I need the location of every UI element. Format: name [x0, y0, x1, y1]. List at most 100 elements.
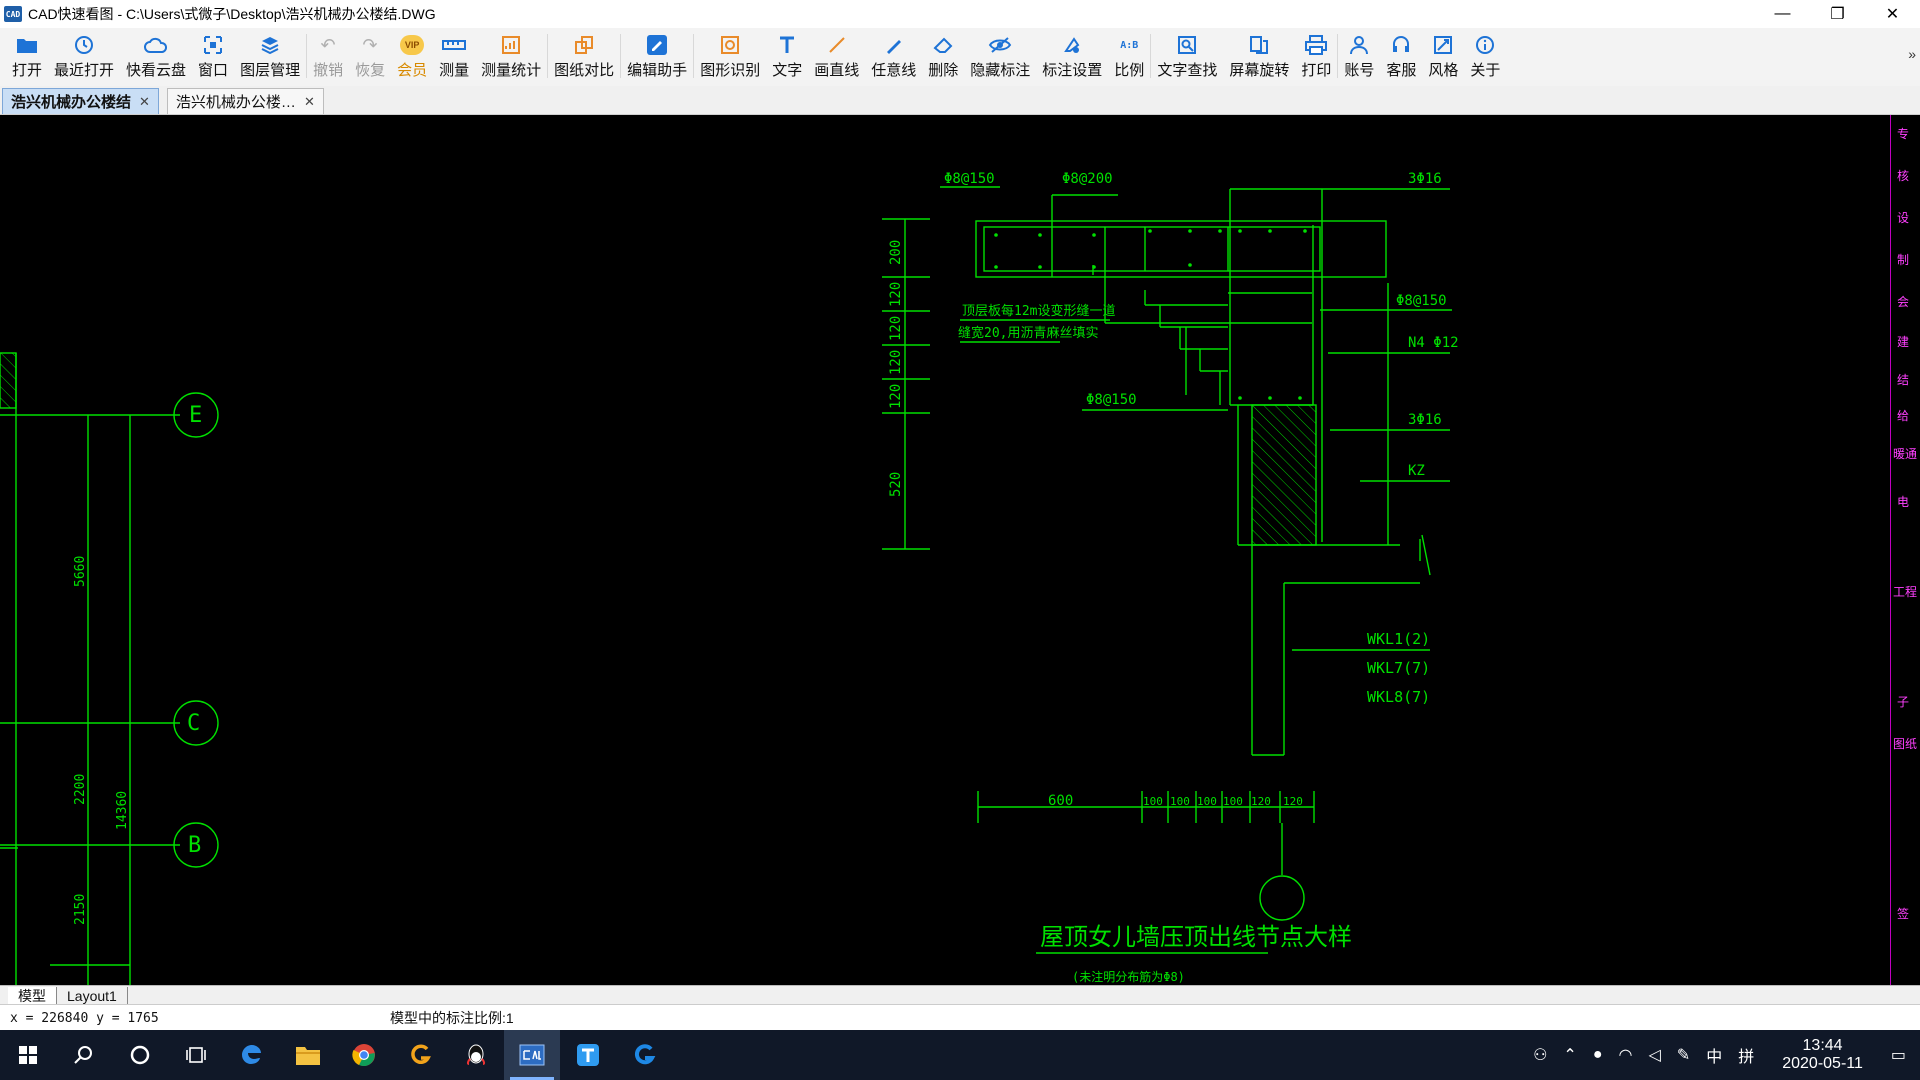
dim-bottom-5: 100 — [1223, 795, 1243, 808]
dim-vertical-2: 120 — [888, 282, 904, 307]
title-block-text: 给 — [1897, 409, 1910, 423]
window-titlebar: CAD CAD快速看图 - C:\Users\式微子\Desktop\浩兴机械办… — [0, 0, 1920, 28]
notification-icon[interactable]: ▭ — [1891, 1045, 1906, 1065]
beam-label-2: WKL7(7) — [1367, 659, 1430, 677]
folder-icon — [15, 34, 39, 56]
draw-line-button[interactable]: 画直线 — [808, 28, 865, 80]
delete-button[interactable]: 删除 — [922, 28, 964, 80]
system-tray: ⚇ ⌃ ● ◠ ◁ ✎ 中 拼 13:44 2020-05-11 ▭ — [1525, 1030, 1920, 1080]
edge-icon[interactable] — [224, 1030, 280, 1080]
pinyin-indicator[interactable]: 拼 — [1738, 1043, 1754, 1067]
dim-bottom-4: 100 — [1197, 795, 1217, 808]
windows-start-icon[interactable] — [0, 1030, 56, 1080]
cad-geometry — [0, 186, 1452, 985]
redo-button[interactable]: ↷ 恢复 — [349, 28, 391, 80]
clock-date: 2020-05-11 — [1782, 1055, 1863, 1072]
recent-open-button[interactable]: 最近打开 — [48, 28, 120, 80]
dim-bottom-6: 120 — [1251, 795, 1271, 808]
model-tab[interactable]: 模型 — [8, 986, 57, 1005]
clock-time: 13:44 — [1802, 1037, 1843, 1054]
title-block-text: 专 — [1897, 127, 1910, 141]
dim-left-2: 2200 — [73, 774, 88, 805]
dim-bottom-1: 600 — [1048, 793, 1073, 809]
annotation-settings-icon — [1060, 34, 1084, 56]
printer-icon — [1304, 34, 1328, 56]
title-block-text: 制 — [1897, 253, 1910, 267]
restore-button[interactable]: ❐ — [1810, 0, 1865, 28]
taskbar-clock[interactable]: 13:44 2020-05-11 — [1774, 1037, 1871, 1073]
shape-recognition-button[interactable]: 图形识别 — [694, 28, 766, 80]
search-icon[interactable] — [56, 1030, 112, 1080]
minimize-button[interactable]: — — [1755, 0, 1810, 28]
chrome-icon[interactable] — [336, 1030, 392, 1080]
window-controls: — ❐ ✕ — [1755, 0, 1920, 28]
measure-stats-button[interactable]: 测量统计 — [475, 28, 547, 80]
layer-manager-button[interactable]: 图层管理 — [234, 28, 306, 80]
account-button[interactable]: 账号 — [1338, 28, 1380, 80]
cad-app-icon[interactable] — [504, 1030, 560, 1080]
title-block-text: 设 — [1897, 211, 1910, 225]
wifi-icon[interactable]: ◠ — [1619, 1045, 1633, 1065]
freehand-line-button[interactable]: 任意线 — [865, 28, 922, 80]
task-view-icon[interactable] — [168, 1030, 224, 1080]
edit-assistant-icon — [645, 34, 669, 56]
left-hatched-wall — [0, 352, 17, 409]
qq-tray-icon[interactable]: ● — [1593, 1046, 1603, 1064]
about-button[interactable]: 关于 — [1464, 28, 1506, 80]
undo-button[interactable]: ↶ 撤销 — [307, 28, 349, 80]
rebar-label-top-1: Φ8@150 — [944, 171, 995, 187]
rebar-label-right-3: 3Φ16 — [1408, 412, 1442, 428]
hide-annotations-button[interactable]: 隐藏标注 — [964, 28, 1036, 80]
rebar-label-top-3: 3Φ16 — [1408, 171, 1442, 187]
rotate-screen-button[interactable]: 屏幕旋转 — [1223, 28, 1295, 80]
pen-icon[interactable]: ✎ — [1677, 1045, 1690, 1065]
print-button[interactable]: 打印 — [1295, 28, 1337, 80]
open-button[interactable]: 打开 — [6, 28, 48, 80]
scale-button[interactable]: A:B 比例 — [1108, 28, 1150, 80]
window-button[interactable]: 窗口 — [192, 28, 234, 80]
cortana-icon[interactable] — [112, 1030, 168, 1080]
text-button[interactable]: 文字 — [766, 28, 808, 80]
title-block-text: 子 — [1897, 695, 1910, 709]
user-icon — [1347, 34, 1371, 56]
layout1-tab[interactable]: Layout1 — [57, 986, 128, 1005]
edit-assistant-button[interactable]: 编辑助手 — [621, 28, 693, 80]
qq-icon[interactable] — [448, 1030, 504, 1080]
doc-tab-1[interactable]: 浩兴机械办公楼结 ✕ — [2, 88, 159, 114]
rebar-label-inner: Φ8@150 — [1086, 392, 1137, 408]
dim-vertical-3: 120 — [888, 316, 904, 341]
annotation-settings-button[interactable]: 标注设置 — [1036, 28, 1108, 80]
chevron-up-icon[interactable]: ⌃ — [1563, 1045, 1576, 1065]
title-block-text: 会 — [1897, 295, 1910, 309]
text-search-button[interactable]: 文字查找 — [1151, 28, 1223, 80]
g-app-icon[interactable] — [392, 1030, 448, 1080]
cloud-drive-button[interactable]: 快看云盘 — [120, 28, 192, 80]
info-icon — [1473, 34, 1497, 56]
volume-icon[interactable]: ◁ — [1648, 1045, 1660, 1065]
close-tab-icon[interactable]: ✕ — [139, 94, 150, 110]
compare-drawings-button[interactable]: 图纸对比 — [548, 28, 620, 80]
dim-vertical-5: 120 — [888, 384, 904, 409]
people-icon[interactable]: ⚇ — [1533, 1045, 1547, 1065]
vip-button[interactable]: VIP 会员 — [391, 28, 433, 80]
rotate-screen-icon — [1247, 34, 1271, 56]
measure-button[interactable]: 测量 — [433, 28, 475, 80]
input-method-indicator[interactable]: 中 — [1706, 1043, 1722, 1067]
g-blue-app-icon[interactable] — [616, 1030, 672, 1080]
customer-service-button[interactable]: 客服 — [1380, 28, 1422, 80]
ruler-icon — [442, 34, 467, 56]
close-tab-icon[interactable]: ✕ — [304, 94, 315, 110]
style-button[interactable]: 风格 — [1422, 28, 1464, 80]
close-window-button[interactable]: ✕ — [1865, 0, 1920, 28]
doc-tab-2[interactable]: 浩兴机械办公楼… ✕ — [166, 88, 324, 114]
detail-bubble — [1259, 875, 1305, 921]
toolbar-more-button[interactable]: » — [1908, 46, 1916, 62]
dim-bottom-3: 100 — [1170, 795, 1190, 808]
t-app-icon[interactable] — [560, 1030, 616, 1080]
window-icon — [201, 34, 225, 56]
grid-label-b: B — [188, 833, 201, 858]
drawing-canvas[interactable]: E C B 5660 2200 14360 2150 200 120 120 1… — [0, 115, 1890, 985]
main-toolbar: 打开 最近打开 快看云盘 窗口 图层管理 ↶ 撤销 ↷ 恢复 VIP 会员 测量… — [0, 28, 1920, 87]
file-explorer-icon[interactable] — [280, 1030, 336, 1080]
dim-bottom-7: 120 — [1283, 795, 1303, 808]
